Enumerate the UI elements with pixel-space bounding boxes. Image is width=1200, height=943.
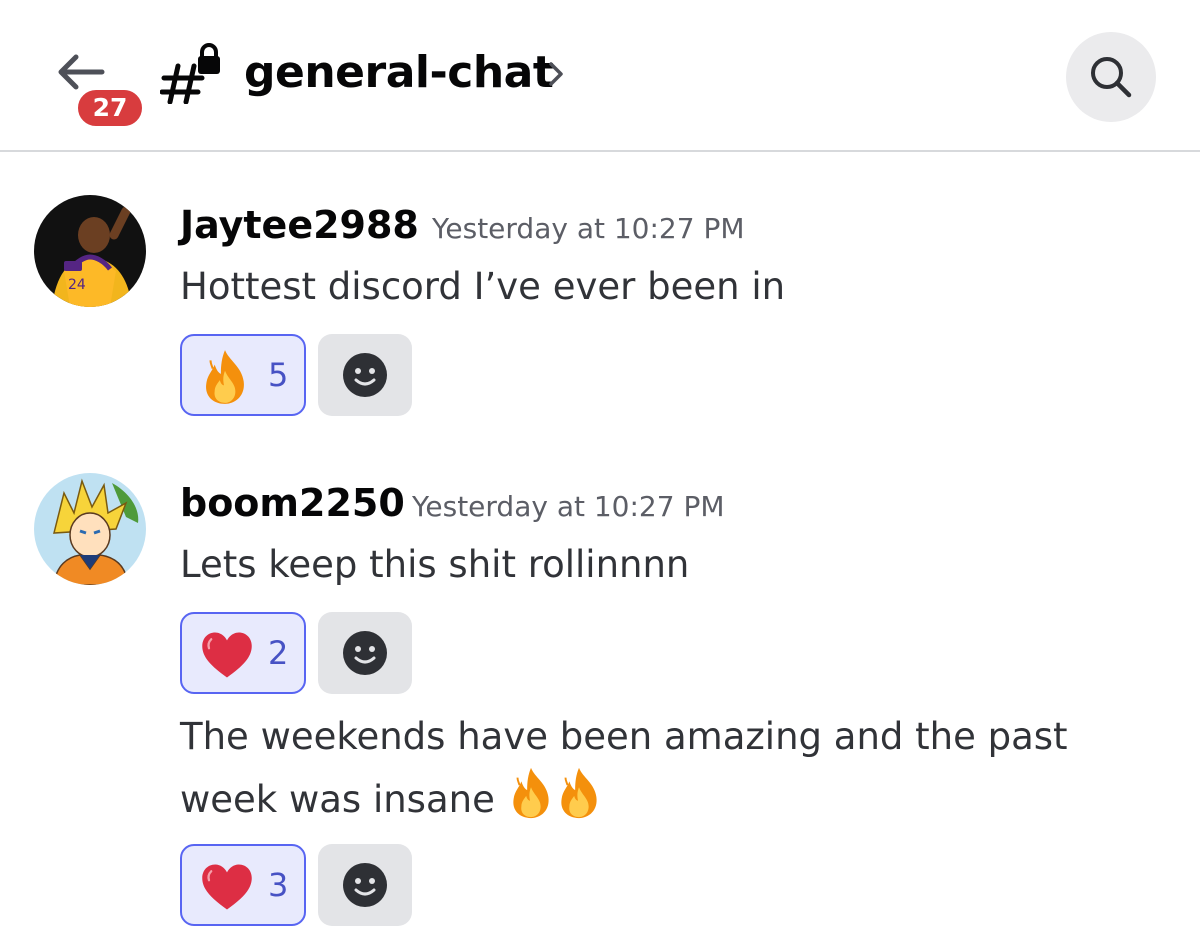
smiley-face-icon — [342, 862, 388, 908]
search-button[interactable] — [1066, 32, 1156, 122]
reaction-count: 3 — [268, 866, 289, 904]
fire-icon — [507, 766, 555, 820]
channel-name[interactable]: general-chat — [244, 38, 554, 108]
message-text: Hottest discord I’ve ever been in — [180, 265, 786, 308]
user-avatar-image: 24 — [34, 195, 146, 307]
add-reaction-button[interactable] — [318, 612, 412, 694]
message-text-line: week was insane — [180, 778, 495, 821]
user-avatar-image — [34, 473, 146, 585]
svg-text:24: 24 — [68, 277, 86, 293]
avatar[interactable]: 24 — [34, 195, 146, 307]
add-reaction-button[interactable] — [318, 334, 412, 416]
avatar[interactable] — [34, 473, 146, 585]
message-username[interactable]: boom2250 — [180, 476, 405, 530]
locked-text-channel-icon — [160, 43, 220, 104]
message-timestamp: Yesterday at 10:27 PM — [432, 212, 745, 245]
channel-header: 27 general-chat — [0, 0, 1200, 152]
reaction-button[interactable]: 3 — [180, 844, 306, 926]
message-timestamp: Yesterday at 10:27 PM — [412, 490, 725, 523]
smiley-face-icon — [342, 630, 388, 676]
red-heart-icon — [200, 630, 254, 680]
search-icon — [1091, 57, 1132, 98]
fire-icon — [555, 766, 603, 820]
smiley-face-icon — [342, 352, 388, 398]
reaction-button[interactable]: 2 — [180, 612, 306, 694]
add-reaction-button[interactable] — [318, 844, 412, 926]
message-username[interactable]: Jaytee2988 — [180, 198, 419, 252]
message-text: week was insane — [180, 766, 603, 829]
chevron-right-icon[interactable] — [544, 58, 568, 90]
message-text: Lets keep this shit rollinnnn — [180, 543, 690, 586]
reaction-count: 5 — [268, 356, 289, 394]
unread-badge: 27 — [74, 86, 146, 130]
reaction-count: 2 — [268, 634, 289, 672]
message-text: The weekends have been amazing and the p… — [180, 715, 1068, 758]
red-heart-icon — [200, 862, 254, 912]
reaction-button[interactable]: 5 — [180, 334, 306, 416]
back-button[interactable]: 27 — [46, 44, 146, 134]
fire-icon — [200, 348, 250, 406]
